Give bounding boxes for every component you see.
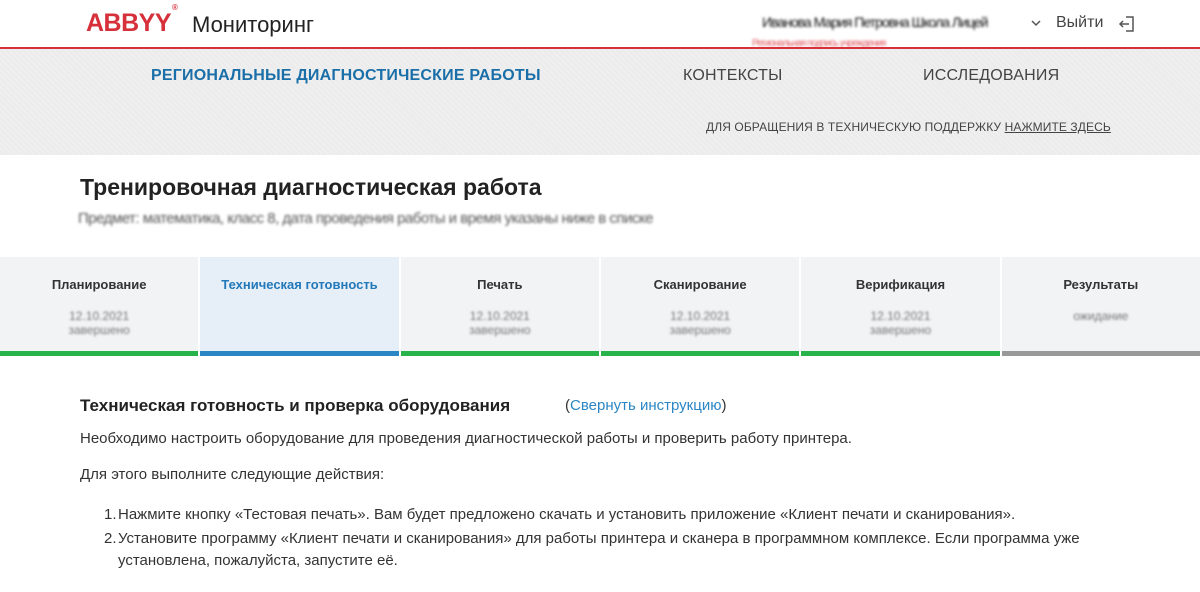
- list-number: 2.: [104, 530, 117, 547]
- list-text: Установите программу «Клиент печати и ск…: [118, 530, 1080, 569]
- collapse-instruction-link[interactable]: Свернуть инструкцию: [570, 397, 721, 414]
- nav-contexts[interactable]: КОНТЕКСТЫ: [683, 67, 783, 85]
- user-name[interactable]: Иванова Мария Петровна Школа Лицей: [762, 14, 1024, 34]
- main-navigation: РЕГИОНАЛЬНЫЕ ДИАГНОСТИЧЕСКИЕ РАБОТЫ КОНТ…: [0, 49, 1200, 155]
- list-text: Нажмите кнопку «Тестовая печать». Вам бу…: [118, 506, 1016, 523]
- abbyy-logo[interactable]: ABBYY®: [86, 3, 178, 38]
- step-verification[interactable]: Верификация 12.10.2021 завершено: [801, 257, 1000, 356]
- step-label: Верификация: [855, 277, 946, 292]
- paren-close: ): [721, 397, 727, 414]
- step-date: 12.10.2021 завершено: [669, 309, 731, 337]
- workflow-steps: Планирование 12.10.2021 завершено Технич…: [0, 257, 1200, 356]
- support-text: ДЛЯ ОБРАЩЕНИЯ В ТЕХНИЧЕСКУЮ ПОДДЕРЖКУ: [706, 120, 1002, 134]
- app-header: ABBYY® Мониторинг Иванова Мария Петровна…: [0, 0, 1200, 49]
- step-label: Планирование: [51, 277, 147, 292]
- app-title: Мониторинг: [192, 12, 315, 37]
- intro-text: Необходимо настроить оборудование для пр…: [80, 430, 852, 447]
- list-item: 2. Установите программу «Клиент печати и…: [80, 528, 1120, 572]
- logout-link[interactable]: Выйти: [1056, 14, 1103, 32]
- collapse-instruction: (Свернуть инструкцию): [565, 397, 726, 414]
- section-heading: Техническая готовность и проверка оборуд…: [80, 396, 511, 415]
- step-label: Результаты: [1063, 277, 1139, 292]
- nav-research[interactable]: ИССЛЕДОВАНИЯ: [923, 67, 1059, 85]
- step-print[interactable]: Печать 12.10.2021 завершено: [400, 257, 599, 356]
- instruction-list: 1. Нажмите кнопку «Тестовая печать». Вам…: [80, 504, 1120, 574]
- logo-text: ABBYY: [86, 9, 172, 37]
- step-label: Сканирование: [653, 277, 747, 292]
- nav-regional-works[interactable]: РЕГИОНАЛЬНЫЕ ДИАГНОСТИЧЕСКИЕ РАБОТЫ: [151, 67, 541, 85]
- step-scan[interactable]: Сканирование 12.10.2021 завершено: [600, 257, 800, 356]
- page-title: Тренировочная диагностическая работа: [80, 174, 542, 200]
- list-number: 1.: [104, 506, 117, 523]
- support-link[interactable]: НАЖМИТЕ ЗДЕСЬ: [1005, 120, 1111, 134]
- step-label: Техническая готовность: [221, 277, 378, 292]
- step-planning[interactable]: Планирование 12.10.2021 завершено: [0, 257, 199, 356]
- user-organization: Региональная подпись учреждения: [752, 38, 886, 48]
- step-technical-readiness[interactable]: Техническая готовность: [200, 257, 399, 356]
- step-date: ожидание: [1073, 309, 1129, 323]
- step-label: Печать: [477, 277, 523, 292]
- step-date: 12.10.2021 завершено: [869, 309, 932, 337]
- step-date: 12.10.2021 завершено: [469, 309, 531, 337]
- support-line: ДЛЯ ОБРАЩЕНИЯ В ТЕХНИЧЕСКУЮ ПОДДЕРЖКУ НА…: [706, 120, 1111, 134]
- logout-icon[interactable]: [1118, 15, 1136, 33]
- lead-text: Для этого выполните следующие действия:: [80, 466, 385, 483]
- list-item: 1. Нажмите кнопку «Тестовая печать». Вам…: [80, 504, 1120, 526]
- step-results[interactable]: Результаты ожидание: [1001, 257, 1200, 356]
- page-subtitle: Предмет: математика, класс 8, дата прове…: [78, 210, 653, 227]
- step-date: 12.10.2021 завершено: [68, 309, 130, 337]
- chevron-down-icon[interactable]: [1030, 17, 1042, 29]
- logo-registered-mark: ®: [172, 2, 178, 12]
